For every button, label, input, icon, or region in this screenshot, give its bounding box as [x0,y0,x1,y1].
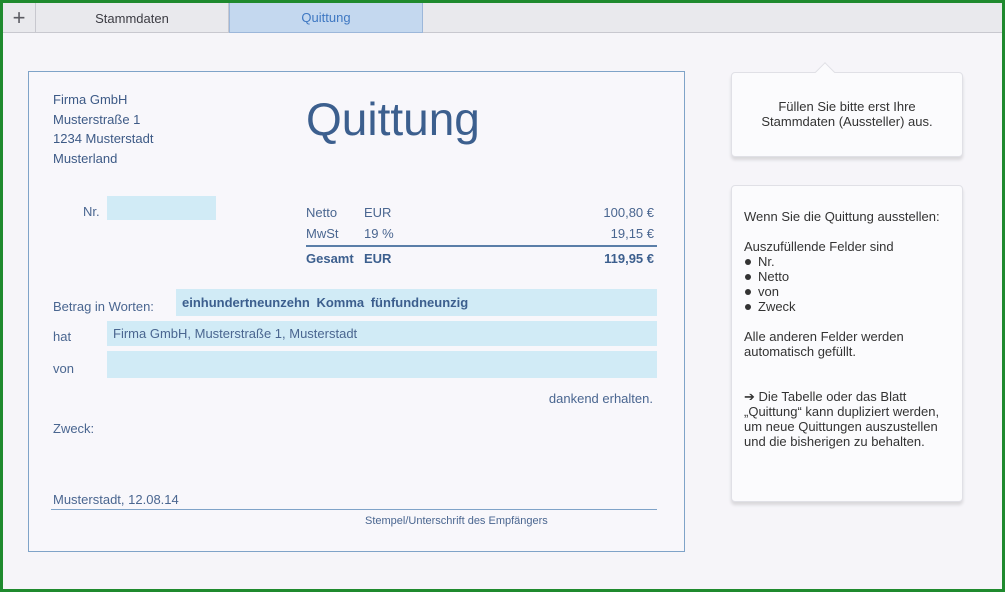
von-field[interactable] [107,351,657,378]
list-item: Netto [744,269,950,284]
auto-fill-note: Alle anderen Felder werden automatisch g… [744,329,904,359]
list-item: von [744,284,950,299]
place-date[interactable]: Musterstadt, 12.08.14 [53,492,179,507]
summary-currency: EUR [364,205,392,220]
signature-label: Stempel/Unterschrift des Empfängers [365,515,548,527]
signature-line [51,509,657,510]
summary-label: MwSt [306,226,339,241]
list-item: Nr. [744,254,950,269]
address-line: 1234 Musterstadt [53,131,154,146]
tab-label: Stammdaten [95,10,169,26]
summary-label: Netto [306,205,338,220]
nr-field[interactable] [107,196,216,220]
netto-row: Netto EUR 100,80 € [306,203,657,224]
hint-message: Füllen Sie bitte erst Ihre Stammdaten (A… [732,99,962,129]
netto-value[interactable]: 100,80 € [603,205,654,220]
zweck-label: Zweck: [53,421,95,436]
hint-line: Stammdaten (Aussteller) aus. [761,114,933,129]
nr-label: Nr. [83,204,100,219]
hint-panel-stammdaten: Füllen Sie bitte erst Ihre Stammdaten (A… [731,62,963,157]
receipt-sheet: Firma GmbH Musterstraße 1 1234 Mustersta… [28,71,685,552]
mwst-value: 19,15 € [610,226,654,241]
hat-label: hat [53,329,72,344]
issuer-address: Firma GmbH Musterstraße 1 1234 Mustersta… [53,90,153,168]
address-line: Musterland [53,150,118,166]
betrag-field[interactable]: einhundertneunzehn Komma fünfundneunzig [176,289,657,316]
app-window: + Stammdaten Quittung Firma GmbH Musters… [3,3,1002,589]
summary-label: Gesamt [306,251,354,266]
tab-stammdaten[interactable]: Stammdaten [36,3,229,33]
tab-label: Quittung [301,10,351,25]
add-tab-button[interactable]: + [3,3,36,33]
summary-currency: 19 % [364,226,394,241]
required-fields-list: Nr. Netto von Zweck [744,254,950,314]
dankend-text: dankend erhalten. [548,391,653,406]
fields-heading: Auszufüllende Felder sind [744,239,894,254]
hat-field[interactable]: Firma GmbH, Musterstraße 1, Musterstadt [107,321,657,346]
betrag-label: Betrag in Worten: [53,299,154,314]
callout-arrow [815,62,835,82]
tab-quittung[interactable]: Quittung [229,3,423,33]
mwst-row: MwSt 19 % 19,15 € [306,224,657,247]
address-line: Musterstraße 1 [53,111,141,127]
plus-icon: + [12,5,26,30]
gesamt-value: 119,95 € [604,251,654,266]
address-line: Firma GmbH [53,92,128,107]
instructions-panel: Wenn Sie die Quittung ausstellen: Auszuf… [731,185,963,502]
instructions-intro: Wenn Sie die Quittung ausstellen: [744,209,940,224]
amount-summary: Netto EUR 100,80 € MwSt 19 % 19,15 € Ges… [306,203,657,270]
tab-bar: + Stammdaten Quittung [3,3,1002,33]
list-item: Zweck [744,299,950,314]
duplicate-tip: ➔ Die Tabelle oder das Blatt „Quittung“ … [744,389,940,449]
von-label: von [53,361,74,376]
gesamt-row: Gesamt EUR 119,95 € [306,249,657,270]
summary-currency: EUR [364,251,392,266]
receipt-title: Quittung [306,93,480,145]
hint-line: Füllen Sie bitte erst Ihre [778,99,916,114]
